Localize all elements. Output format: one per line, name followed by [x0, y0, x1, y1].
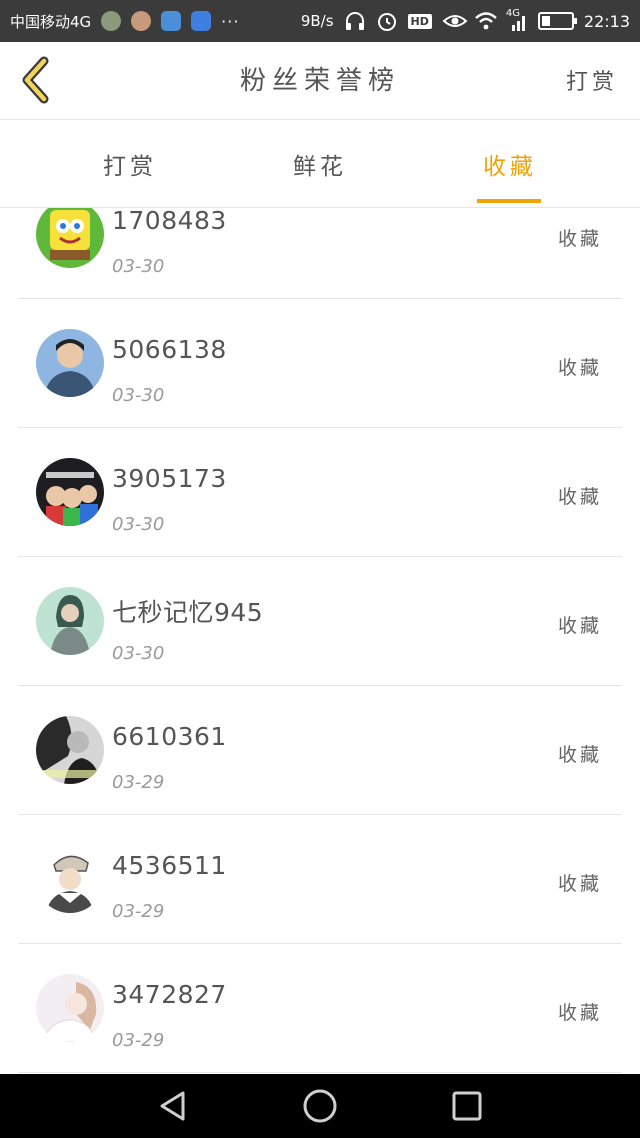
user-date: 03-29 — [112, 772, 165, 793]
nav-home-button[interactable] — [300, 1086, 340, 1126]
hd-icon: HD — [407, 13, 432, 29]
nav-back-button[interactable] — [153, 1086, 193, 1126]
tab-flowers[interactable]: 鲜花 — [240, 120, 400, 208]
user-date: 03-30 — [112, 514, 165, 535]
pale-girl-avatar-icon — [36, 974, 104, 1042]
fan-list[interactable]: 1708483 03-30 收藏 5066138 03-30 收藏 390517… — [0, 208, 640, 1074]
location-icon — [161, 11, 182, 31]
list-item[interactable]: 6610361 03-29 收藏 — [0, 686, 640, 815]
app-notification-icon — [101, 11, 122, 31]
favorite-label: 收藏 — [557, 744, 602, 766]
favorite-label: 收藏 — [557, 873, 602, 895]
alarm-icon — [376, 10, 398, 32]
user-date: 03-30 — [112, 385, 165, 406]
user-date: 03-30 — [112, 643, 165, 664]
battery-icon — [537, 12, 577, 30]
favorite-label: 收藏 — [557, 228, 602, 250]
favorite-label: 收藏 — [557, 357, 602, 379]
user-date: 03-30 — [112, 256, 165, 277]
circle-home-icon — [303, 1089, 337, 1123]
list-item[interactable]: 3905173 03-30 收藏 — [0, 428, 640, 557]
user-name: 1708483 — [112, 208, 227, 235]
active-tab-indicator — [477, 199, 541, 203]
reward-button[interactable]: 打赏 — [566, 64, 618, 96]
nav-recents-button[interactable] — [447, 1086, 487, 1126]
user-name: 3905173 — [112, 464, 227, 493]
user-name: 5066138 — [112, 335, 227, 364]
spongebob-avatar-icon — [36, 208, 104, 268]
shield-icon — [191, 11, 212, 31]
tab-favorites[interactable]: 收藏 — [430, 120, 590, 208]
wifi-icon — [474, 10, 497, 32]
list-item[interactable]: 七秒记忆945 03-30 收藏 — [0, 557, 640, 686]
status-bar: 中国移动4G ··· 9B/s HD 4G 22:13 — [0, 0, 640, 42]
tab-reward[interactable]: 打赏 — [50, 120, 210, 208]
eye-icon — [442, 10, 468, 32]
status-left: 中国移动4G ··· — [10, 11, 239, 32]
girl-photo-avatar-icon — [36, 587, 104, 655]
page-title: 粉丝荣誉榜 — [239, 66, 400, 96]
cartoon-group-avatar-icon — [36, 458, 104, 526]
list-item[interactable]: 3472827 03-29 收藏 — [0, 944, 640, 1073]
user-date: 03-29 — [112, 901, 165, 922]
clock: 22:13 — [583, 11, 630, 31]
more-notifications-icon: ··· — [221, 11, 240, 31]
anime-boy-avatar-icon — [36, 845, 104, 913]
system-nav-bar — [0, 1074, 640, 1138]
user-name: 3472827 — [112, 980, 227, 1009]
list-item[interactable]: 5066138 03-30 收藏 — [0, 299, 640, 428]
favorite-label: 收藏 — [557, 486, 602, 508]
boy-photo-avatar-icon — [36, 329, 104, 397]
favorite-label: 收藏 — [557, 1002, 602, 1024]
cell-signal-icon: 4G — [506, 8, 528, 32]
headphones-icon — [344, 10, 366, 32]
status-right: 9B/s HD 4G 22:13 — [300, 8, 630, 32]
favorite-label: 收藏 — [557, 615, 602, 637]
network-speed: 9B/s — [300, 12, 334, 30]
tab-bar: 打赏 鲜花 收藏 — [0, 120, 640, 208]
user-name: 4536511 — [112, 851, 227, 880]
carrier-label: 中国移动4G — [10, 12, 92, 31]
triangle-back-icon — [160, 1091, 185, 1121]
list-item[interactable]: 1708483 03-30 收藏 — [0, 208, 640, 299]
fan-list-inner: 1708483 03-30 收藏 5066138 03-30 收藏 390517… — [0, 208, 640, 1073]
square-recents-icon — [452, 1091, 482, 1121]
app-notification-icon — [131, 11, 152, 31]
user-name: 七秒记忆945 — [112, 598, 264, 627]
bw-man-avatar-icon — [36, 716, 104, 784]
user-name: 6610361 — [112, 722, 227, 751]
list-item[interactable]: 4536511 03-29 收藏 — [0, 815, 640, 944]
app-header: 粉丝荣誉榜 打赏 — [0, 42, 640, 120]
user-date: 03-29 — [112, 1030, 165, 1051]
